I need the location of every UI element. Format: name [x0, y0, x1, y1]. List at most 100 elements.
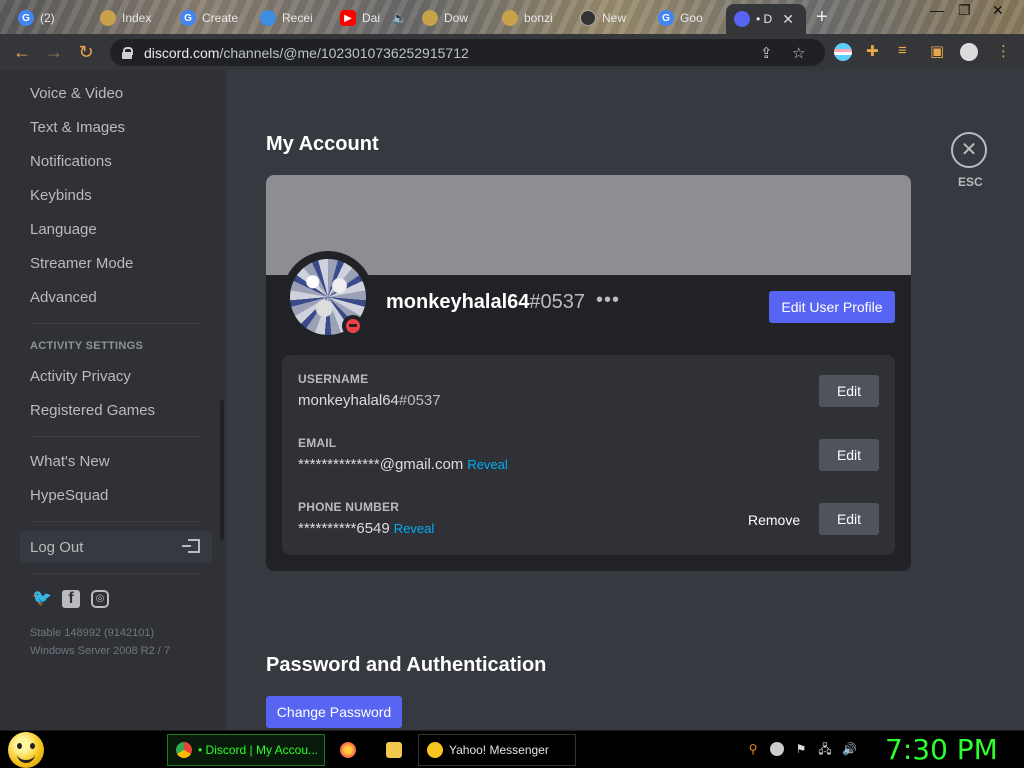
- os-version: Windows Server 2008 R2 / 7: [30, 645, 171, 657]
- remove-phone-button[interactable]: Remove: [748, 512, 800, 528]
- browser-tab-strip: G (2) Index G Create Recei ▶ Dai 🔈 Dow b…: [0, 0, 1024, 34]
- browser-tab-label: Dai: [362, 11, 381, 25]
- google-icon: G: [180, 10, 196, 26]
- edit-username-button[interactable]: Edit: [819, 375, 879, 407]
- email-label: EMAIL: [298, 436, 337, 450]
- action-center-flag-icon[interactable]: ⚑: [794, 742, 808, 756]
- browser-tab-label: (2): [40, 11, 55, 25]
- browser-tab[interactable]: G Goo: [650, 4, 726, 32]
- close-tab-icon[interactable]: ✕: [782, 11, 794, 28]
- instagram-icon[interactable]: ◎: [91, 590, 109, 608]
- password-section-title: Password and Authentication: [266, 654, 547, 676]
- browser-tab[interactable]: ▶ Dai 🔈: [332, 4, 410, 32]
- taskbar-item-firefox[interactable]: [332, 734, 368, 766]
- browser-tab[interactable]: G (2): [10, 4, 88, 32]
- sidebar-item-whats-new[interactable]: What's New: [20, 445, 212, 477]
- firefox-icon: [340, 742, 356, 758]
- sidebar-item-keybinds[interactable]: Keybinds: [20, 179, 212, 211]
- taskbar: • Discord | My Accou... Yahoo! Messenger…: [0, 730, 1024, 768]
- share-icon[interactable]: ⇪: [760, 44, 773, 62]
- google-icon: G: [18, 10, 34, 26]
- browser-tab[interactable]: Recei: [252, 4, 330, 32]
- menu-kebab-icon[interactable]: ⋮: [996, 42, 1011, 60]
- browser-tab-label: Recei: [282, 11, 313, 25]
- change-password-button[interactable]: Change Password: [266, 696, 402, 728]
- browser-tab[interactable]: G Create: [172, 4, 250, 32]
- sidebar-item-registered-games[interactable]: Registered Games: [20, 394, 212, 426]
- chrome-icon: [176, 742, 192, 758]
- reload-icon[interactable]: ↻: [76, 42, 96, 62]
- browser-tab[interactable]: Index: [92, 4, 170, 32]
- lock-icon[interactable]: [122, 46, 133, 59]
- speaker-icon[interactable]: 🔈: [392, 11, 407, 25]
- taskbar-item-explorer[interactable]: [378, 734, 414, 766]
- taskbar-clock[interactable]: 7:30 PM: [885, 733, 998, 766]
- yahoo-messenger-icon: [427, 742, 443, 758]
- edit-user-profile-button[interactable]: Edit User Profile: [769, 291, 895, 323]
- forward-icon[interactable]: →: [44, 42, 64, 62]
- browser-tab[interactable]: New: [572, 4, 650, 32]
- address-bar[interactable]: discord.com/channels/@me/102301073625291…: [110, 39, 825, 66]
- browser-tab[interactable]: bonzi: [494, 4, 572, 32]
- twitter-icon[interactable]: 🐦: [32, 590, 52, 608]
- reveal-phone-link[interactable]: Reveal: [394, 521, 434, 536]
- avatar[interactable]: [282, 251, 374, 343]
- sidebar-divider: [30, 573, 202, 574]
- username-label: USERNAME: [298, 372, 369, 386]
- browser-tab-label: Create: [202, 11, 239, 25]
- tray-app-icon[interactable]: [770, 742, 784, 756]
- sidebar-divider: [30, 323, 202, 324]
- folder-icon: [386, 742, 402, 758]
- sidebar-item-voice-video[interactable]: Voice & Video: [20, 77, 212, 109]
- messenger-icon: [260, 10, 276, 26]
- start-button[interactable]: [8, 732, 44, 768]
- browser-tab-label: bonzi: [524, 11, 553, 25]
- reveal-email-link[interactable]: Reveal: [467, 457, 507, 472]
- media-queue-icon[interactable]: ≡: [898, 42, 907, 59]
- sidebar-item-notifications[interactable]: Notifications: [20, 145, 212, 177]
- site-icon: [100, 10, 116, 26]
- restore-icon[interactable]: ❐: [958, 2, 971, 19]
- more-options-icon[interactable]: •••: [596, 289, 620, 312]
- sidebar-item-hypesquad[interactable]: HypeSquad: [20, 479, 212, 511]
- sidebar-item-activity-privacy[interactable]: Activity Privacy: [20, 360, 212, 392]
- phone-label: PHONE NUMBER: [298, 500, 400, 514]
- sidebar-section-header: ACTIVITY SETTINGS: [30, 340, 144, 352]
- volume-icon[interactable]: 🔊: [842, 742, 857, 756]
- minimize-icon[interactable]: —: [930, 2, 944, 18]
- close-icon: ✕: [960, 139, 978, 161]
- network-icon[interactable]: 🖧: [818, 742, 832, 756]
- sidebar-scrollbar[interactable]: [220, 400, 224, 540]
- browser-tab-active[interactable]: • D ✕: [726, 4, 806, 34]
- browser-tab-label: New: [602, 11, 627, 25]
- logout-icon: [182, 539, 200, 553]
- extension-flag-icon[interactable]: [834, 43, 852, 61]
- taskbar-item-yahoo-messenger[interactable]: Yahoo! Messenger: [418, 734, 576, 766]
- back-icon[interactable]: ←: [12, 42, 32, 62]
- sidebar-item-streamer-mode[interactable]: Streamer Mode: [20, 247, 212, 279]
- logout-button[interactable]: Log Out: [20, 531, 212, 563]
- close-settings-button[interactable]: ✕: [951, 132, 987, 168]
- bookmark-star-icon[interactable]: ☆: [792, 44, 805, 62]
- edit-phone-button[interactable]: Edit: [819, 503, 879, 535]
- new-tab-button[interactable]: +: [816, 6, 828, 29]
- extensions-puzzle-icon[interactable]: ✚: [866, 42, 879, 60]
- close-window-icon[interactable]: ✕: [992, 2, 1004, 19]
- browser-tab-label: Index: [122, 11, 152, 25]
- sidebar-item-advanced[interactable]: Advanced: [20, 281, 212, 313]
- site-icon: [502, 10, 518, 26]
- sidebar-item-language[interactable]: Language: [20, 213, 212, 245]
- browser-tab[interactable]: Dow: [414, 4, 492, 32]
- github-icon: [580, 10, 596, 26]
- browser-tab-label: Goo: [680, 11, 703, 25]
- taskbar-item-discord[interactable]: • Discord | My Accou...: [167, 734, 325, 766]
- address-url: discord.com/channels/@me/102301073625291…: [144, 44, 469, 61]
- youtube-icon: ▶: [340, 10, 356, 26]
- side-panel-icon[interactable]: ▣: [930, 42, 944, 60]
- sidebar-item-text-images[interactable]: Text & Images: [20, 111, 212, 143]
- edit-email-button[interactable]: Edit: [819, 439, 879, 471]
- facebook-icon[interactable]: f: [62, 590, 80, 608]
- search-icon[interactable]: ⚲: [746, 742, 760, 756]
- settings-sidebar: Voice & Video Text & Images Notification…: [0, 70, 226, 730]
- profile-avatar-icon[interactable]: [960, 43, 978, 61]
